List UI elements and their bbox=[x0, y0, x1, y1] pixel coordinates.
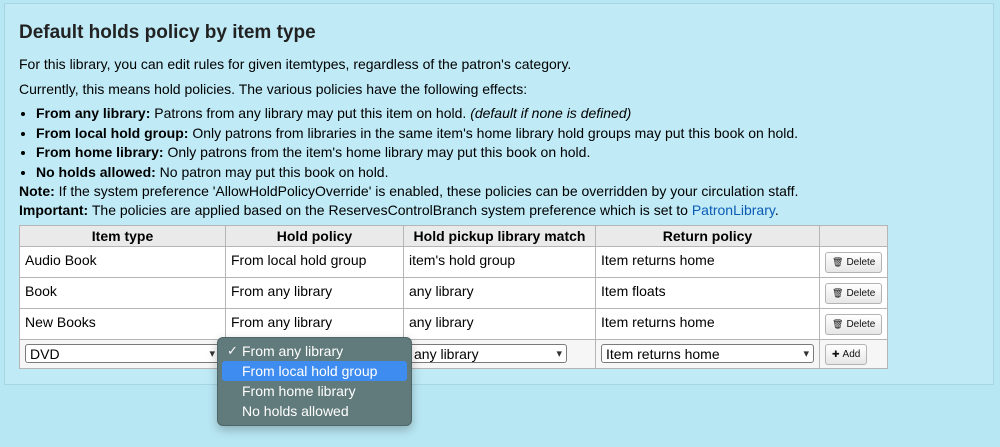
option-from-home-library[interactable]: From home library bbox=[222, 381, 407, 401]
list-item: From any library: Patrons from any libra… bbox=[36, 104, 798, 124]
currently-text: Currently, this means hold policies. The… bbox=[19, 81, 528, 97]
add-button[interactable]: ✚ Add bbox=[825, 344, 868, 365]
list-item: From local hold group: Only patrons from… bbox=[36, 124, 798, 144]
cell-item-type: New Books bbox=[19, 308, 226, 340]
cell-actions: 🗑 Delete bbox=[818, 246, 889, 278]
chevron-down-icon: ▾ bbox=[556, 348, 562, 360]
option-from-any-library[interactable]: ✓ From any library bbox=[222, 341, 407, 361]
cell-hold-policy: From any library bbox=[225, 308, 404, 340]
new-rule-row: DVD ▾ any library ▾ Item returns home ▾ ✚ Ad… bbox=[19, 339, 889, 369]
patron-library-link[interactable]: PatronLibrary bbox=[692, 202, 775, 218]
cell-pickup-match: any library bbox=[403, 308, 596, 340]
header-actions bbox=[818, 225, 889, 247]
header-pickup-match: Hold pickup library match bbox=[403, 225, 596, 247]
trash-icon: 🗑 bbox=[832, 288, 844, 298]
table-row: New Books From any library any library I… bbox=[19, 308, 889, 340]
option-from-local-hold-group[interactable]: From local hold group bbox=[222, 361, 407, 381]
rules-table: Item type Hold policy Hold pickup librar… bbox=[19, 225, 889, 369]
list-item: No holds allowed: No patron may put this… bbox=[36, 163, 798, 183]
item-type-select[interactable]: DVD ▾ bbox=[25, 344, 220, 363]
cell-return-policy: Item returns home bbox=[595, 246, 820, 278]
cell-hold-policy: From any library bbox=[225, 277, 404, 309]
cell-return-policy: Item floats bbox=[595, 277, 820, 309]
delete-button[interactable]: 🗑 Delete bbox=[825, 314, 883, 335]
cell-return-policy: Item returns home bbox=[595, 308, 820, 340]
cell-hold-policy: From local hold group bbox=[225, 246, 404, 278]
delete-button[interactable]: 🗑 Delete bbox=[825, 252, 883, 273]
header-return-policy: Return policy bbox=[595, 225, 820, 247]
cell-actions: 🗑 Delete bbox=[818, 308, 889, 340]
trash-icon: 🗑 bbox=[832, 319, 844, 329]
table-row: Audio Book From local hold group item's … bbox=[19, 246, 889, 278]
page-title: Default holds policy by item type bbox=[19, 22, 316, 43]
pickup-match-select[interactable]: any library ▾ bbox=[409, 344, 567, 363]
cell-pickup-match: any library bbox=[403, 277, 596, 309]
trash-icon: 🗑 bbox=[832, 257, 844, 267]
notes: Note: If the system preference 'AllowHol… bbox=[19, 182, 798, 220]
holds-policy-panel: Default holds policy by item type For th… bbox=[4, 3, 994, 385]
cell-item-type: Book bbox=[19, 277, 226, 309]
plus-icon: ✚ bbox=[832, 349, 840, 359]
chevron-down-icon: ▾ bbox=[803, 348, 809, 360]
hold-policy-dropdown-menu[interactable]: ✓ From any library From local hold group … bbox=[217, 337, 412, 426]
cell-pickup-match: item's hold group bbox=[403, 246, 596, 278]
return-policy-select[interactable]: Item returns home ▾ bbox=[601, 344, 814, 363]
header-hold-policy: Hold policy bbox=[225, 225, 404, 247]
table-row: Book From any library any library Item f… bbox=[19, 277, 889, 309]
option-no-holds-allowed[interactable]: No holds allowed bbox=[222, 401, 407, 421]
chevron-down-icon: ▾ bbox=[209, 348, 215, 360]
delete-button[interactable]: 🗑 Delete bbox=[825, 283, 883, 304]
cell-item-type: Audio Book bbox=[19, 246, 226, 278]
list-item: From home library: Only patrons from the… bbox=[36, 143, 798, 163]
checkmark-icon: ✓ bbox=[227, 343, 238, 358]
policy-effects-list: From any library: Patrons from any libra… bbox=[19, 104, 798, 182]
note-line: Note: If the system preference 'AllowHol… bbox=[19, 183, 799, 199]
cell-actions: 🗑 Delete bbox=[818, 277, 889, 309]
table-header-row: Item type Hold policy Hold pickup librar… bbox=[19, 225, 889, 247]
important-line: Important: The policies are applied base… bbox=[19, 202, 779, 218]
intro-text: For this library, you can edit rules for… bbox=[19, 56, 572, 72]
header-item-type: Item type bbox=[19, 225, 226, 247]
